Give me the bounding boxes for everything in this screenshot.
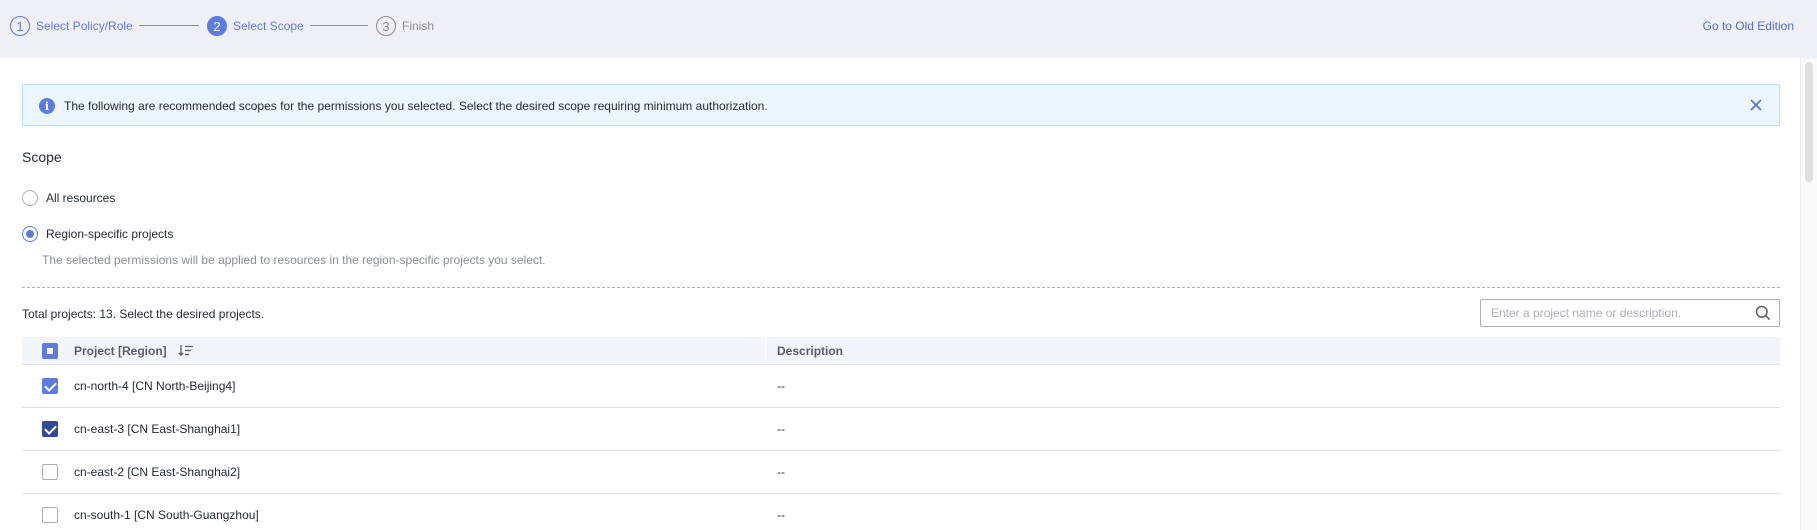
info-alert: i The following are recommended scopes f…: [22, 84, 1780, 126]
column-divider: [765, 337, 766, 365]
step-select-scope: 2 Select Scope: [207, 16, 304, 36]
page-scrollbar[interactable]: [1800, 58, 1817, 530]
project-name: cn-north-4 [CN North-Beijing4]: [74, 379, 236, 393]
step-number: 2: [207, 16, 227, 36]
project-name: cn-east-3 [CN East-Shanghai1]: [74, 422, 241, 436]
step-label: Select Scope: [233, 19, 304, 33]
column-header-description: Description: [777, 344, 844, 358]
scrollbar-thumb[interactable]: [1805, 62, 1813, 182]
row-checkbox[interactable]: [42, 507, 58, 523]
radio-region-specific-projects[interactable]: Region-specific projects: [22, 225, 173, 243]
table-row[interactable]: cn-east-3 [CN East-Shanghai1] --: [22, 408, 1780, 451]
stepper-bar: 1 Select Policy/Role 2 Select Scope 3 Fi…: [0, 0, 1817, 58]
step-number: 1: [10, 16, 30, 36]
project-description: --: [777, 379, 785, 393]
step-connector: [310, 25, 368, 26]
projects-table: Project [Region] Description cn-north-4 …: [22, 337, 1780, 530]
project-search[interactable]: [1480, 299, 1780, 327]
radio-all-resources[interactable]: All resources: [22, 189, 115, 207]
row-checkbox[interactable]: [42, 378, 58, 394]
alert-message: The following are recommended scopes for…: [64, 99, 768, 113]
step-label: Finish: [402, 19, 435, 33]
step-finish: 3 Finish: [376, 16, 434, 36]
info-icon: i: [39, 98, 55, 114]
sort-icon[interactable]: [178, 344, 194, 358]
go-to-old-edition-link[interactable]: Go to Old Edition: [1703, 19, 1794, 33]
scope-title: Scope: [22, 149, 62, 165]
radio-label: Region-specific projects: [46, 227, 174, 241]
table-row[interactable]: cn-south-1 [CN South-Guangzhou] --: [22, 494, 1780, 530]
project-name: cn-east-2 [CN East-Shanghai2]: [74, 465, 241, 479]
search-input[interactable]: [1481, 300, 1743, 326]
row-checkbox[interactable]: [42, 421, 58, 437]
table-header: Project [Region] Description: [22, 337, 1780, 365]
radio-button[interactable]: [22, 190, 38, 206]
column-header-project: Project [Region]: [74, 344, 167, 358]
radio-button[interactable]: [22, 226, 38, 242]
project-description: --: [777, 508, 785, 522]
step-select-policy-role[interactable]: 1 Select Policy/Role: [10, 16, 133, 36]
project-description: --: [777, 465, 785, 479]
project-name: cn-south-1 [CN South-Guangzhou]: [74, 508, 259, 522]
table-row[interactable]: cn-north-4 [CN North-Beijing4] --: [22, 365, 1780, 408]
total-projects-text: Total projects: 13. Select the desired p…: [22, 307, 265, 321]
row-checkbox[interactable]: [42, 464, 58, 480]
section-divider: [22, 287, 1780, 288]
close-icon[interactable]: [1747, 96, 1765, 114]
scope-hint: The selected permissions will be applied…: [42, 253, 546, 267]
project-description: --: [777, 422, 785, 436]
step-connector: [139, 25, 199, 26]
table-row[interactable]: cn-east-2 [CN East-Shanghai2] --: [22, 451, 1780, 494]
step-number: 3: [376, 16, 396, 36]
select-all-checkbox[interactable]: [42, 343, 58, 359]
search-icon[interactable]: [1755, 305, 1771, 321]
radio-label: All resources: [46, 191, 116, 205]
step-label: Select Policy/Role: [36, 19, 133, 33]
